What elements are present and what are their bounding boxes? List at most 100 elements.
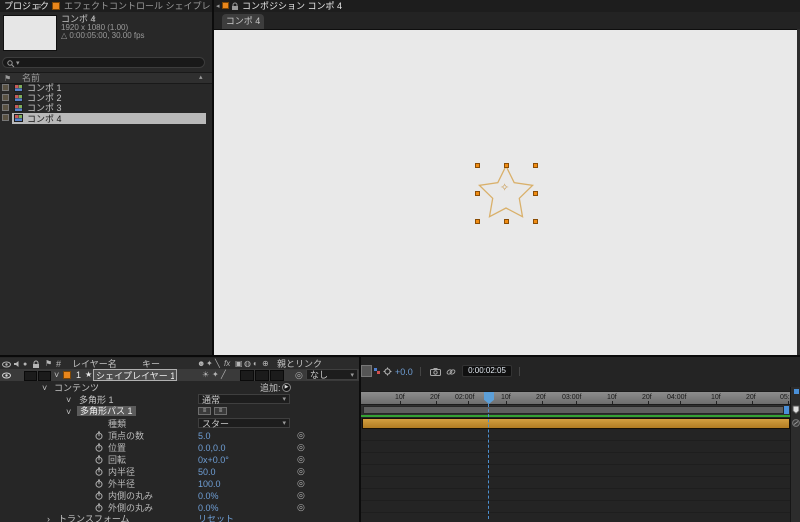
add-button[interactable]: ▶ [282,383,291,392]
selection-handle[interactable] [475,191,480,196]
frame-blend-icon[interactable]: ▣ [235,359,243,369]
index-column-header[interactable]: # [56,359,61,369]
path-expand-chevron[interactable]: ˅ [66,407,71,417]
selection-handle[interactable] [475,163,480,168]
blend-mode-dropdown[interactable]: 通常 ▾ [198,394,290,405]
contents-expand-chevron[interactable]: ˅ [42,383,47,393]
project-row[interactable]: コンポ 3 [0,103,212,113]
label-column-icon[interactable]: ⚑ [45,359,52,369]
path-direction-icon[interactable]: ≡ [198,407,211,415]
anchor-point-icon[interactable]: ✧ [500,183,509,194]
layer-expand-chevron[interactable]: ˅ [54,370,59,380]
offset-value[interactable]: +0.0 [395,367,413,377]
stopwatch-icon[interactable] [95,479,103,488]
link-chain-icon[interactable] [446,368,456,376]
comp-mini-tab[interactable]: コンポ 4 [222,14,264,29]
property-pick-whip-icon[interactable]: ◎ [297,467,305,476]
label-color-chip[interactable] [2,114,9,121]
selection-handle[interactable] [533,191,538,196]
property-pick-whip-icon[interactable]: ◎ [297,491,305,500]
mode-box[interactable] [240,370,254,381]
label-color-chip[interactable] [2,84,9,91]
gear-icon[interactable] [383,367,392,376]
property-value[interactable]: 0.0% [198,503,219,513]
polystar-shape[interactable] [460,148,552,240]
sort-icon[interactable]: ▴ [199,73,203,83]
navigator-end-cap[interactable] [794,389,799,394]
stopwatch-icon[interactable] [95,443,103,452]
project-row-selected[interactable]: コンポ 4 [0,113,212,124]
group-name[interactable]: 多角形 1 [79,395,114,405]
search-dropdown-icon[interactable]: ▾ [16,59,20,69]
project-item-name[interactable]: コンポ 3 [27,103,62,113]
type-dropdown[interactable]: スター ▾ [198,418,290,429]
panel-menu-icon[interactable]: ≡ [36,1,41,11]
shy-icon[interactable]: ☻ [197,359,205,369]
comp-marker-bin-icon[interactable] [792,419,800,427]
layer-row[interactable]: ˅ 1 ★ ☀ ✦ ╱ ◎ なし ▾ [0,369,360,381]
color-swatch-icon[interactable] [374,368,381,375]
layer-name-column-header[interactable]: レイヤー名 [72,359,117,369]
effects-icon[interactable]: fx [224,359,230,369]
property-value[interactable]: 5.0 [198,431,211,441]
label-color-chip[interactable] [2,94,9,101]
key-column-header[interactable]: キー [142,359,160,369]
mode-box[interactable] [255,370,269,381]
video-eye-icon[interactable] [2,361,11,368]
comp-marker-icon[interactable] [792,405,800,414]
path-direction-icon[interactable]: ≡ [214,407,227,415]
project-row[interactable]: コンポ 1 [0,83,212,93]
layer-quality-icon[interactable]: ╱ [221,370,226,380]
selection-handle[interactable] [475,219,480,224]
selection-handle[interactable] [533,163,538,168]
stopwatch-icon[interactable] [95,455,103,464]
3d-layer-icon[interactable]: ⊕ [262,359,269,369]
group-expand-chevron[interactable]: ˅ [66,395,71,405]
transform-reset-link[interactable]: リセット [198,514,234,522]
current-time-display[interactable]: 0:00:02:05 [462,365,512,377]
polystar-path-row[interactable]: ˅ 多角形パス 1 ≡ ≡ [0,405,360,417]
panel-chevron-icon[interactable]: ◂ [216,2,220,12]
property-value[interactable]: 0x+0.0° [198,455,229,465]
layer-name-input[interactable] [93,369,177,381]
property-pick-whip-icon[interactable]: ◎ [297,479,305,488]
collapse-transformations-icon[interactable]: ✦ [206,359,213,369]
path-name-selected[interactable]: 多角形パス 1 [77,406,136,416]
time-ruler[interactable]: 01:00f 10f 20f 02:00f 10f 20f 03:00f 10f… [361,391,799,405]
transform-expand-chevron[interactable]: › [47,514,50,522]
viewer-panel-menu-icon[interactable]: ≡ [326,1,331,11]
audio-speaker-icon[interactable] [13,360,21,368]
layer-duration-bar[interactable] [362,418,790,429]
work-area-bar[interactable] [363,406,784,414]
search-input[interactable]: ▾ [2,57,205,68]
property-value[interactable]: 100.0 [198,479,221,489]
layer-collapse-icon[interactable]: ☀ [202,370,209,380]
layer-label-color-chip[interactable] [63,371,71,379]
selection-handle[interactable] [533,219,538,224]
layer-visibility-eye-icon[interactable] [2,372,11,379]
tab-effect-controls[interactable]: エフェクトコントロール シェイプレイヤー 1 [64,1,210,11]
property-value[interactable]: 0.0,0.0 [198,443,226,453]
property-pick-whip-icon[interactable]: ◎ [297,443,305,452]
parent-dropdown[interactable]: なし ▾ [306,369,358,380]
quality-icon[interactable]: ╲ [215,359,220,369]
av-toggle-box[interactable] [24,371,37,381]
project-item-name[interactable]: コンポ 1 [27,83,62,93]
project-item-name[interactable]: コンポ 4 [27,114,62,124]
mode-box[interactable] [270,370,284,381]
stopwatch-icon[interactable] [95,467,103,476]
property-value[interactable]: 0.0% [198,491,219,501]
label-color-chip[interactable] [2,104,9,111]
snapshot-camera-icon[interactable] [430,368,441,376]
selection-handle[interactable] [504,219,509,224]
name-column-header[interactable]: 名前 [22,73,40,83]
stopwatch-icon[interactable] [95,503,103,512]
project-item-name[interactable]: コンポ 2 [27,93,62,103]
motion-blur-icon[interactable]: ◍ [244,359,251,369]
shape-group-row[interactable]: ˅ 多角形 1 通常 ▾ [0,393,360,405]
av-toggle-box[interactable] [38,371,51,381]
property-pick-whip-icon[interactable]: ◎ [297,431,305,440]
property-value[interactable]: 50.0 [198,467,216,477]
transform-row[interactable]: › トランスフォーム リセット [0,513,360,522]
contents-row[interactable]: ˅ コンテンツ 追加: ▶ [0,381,360,393]
